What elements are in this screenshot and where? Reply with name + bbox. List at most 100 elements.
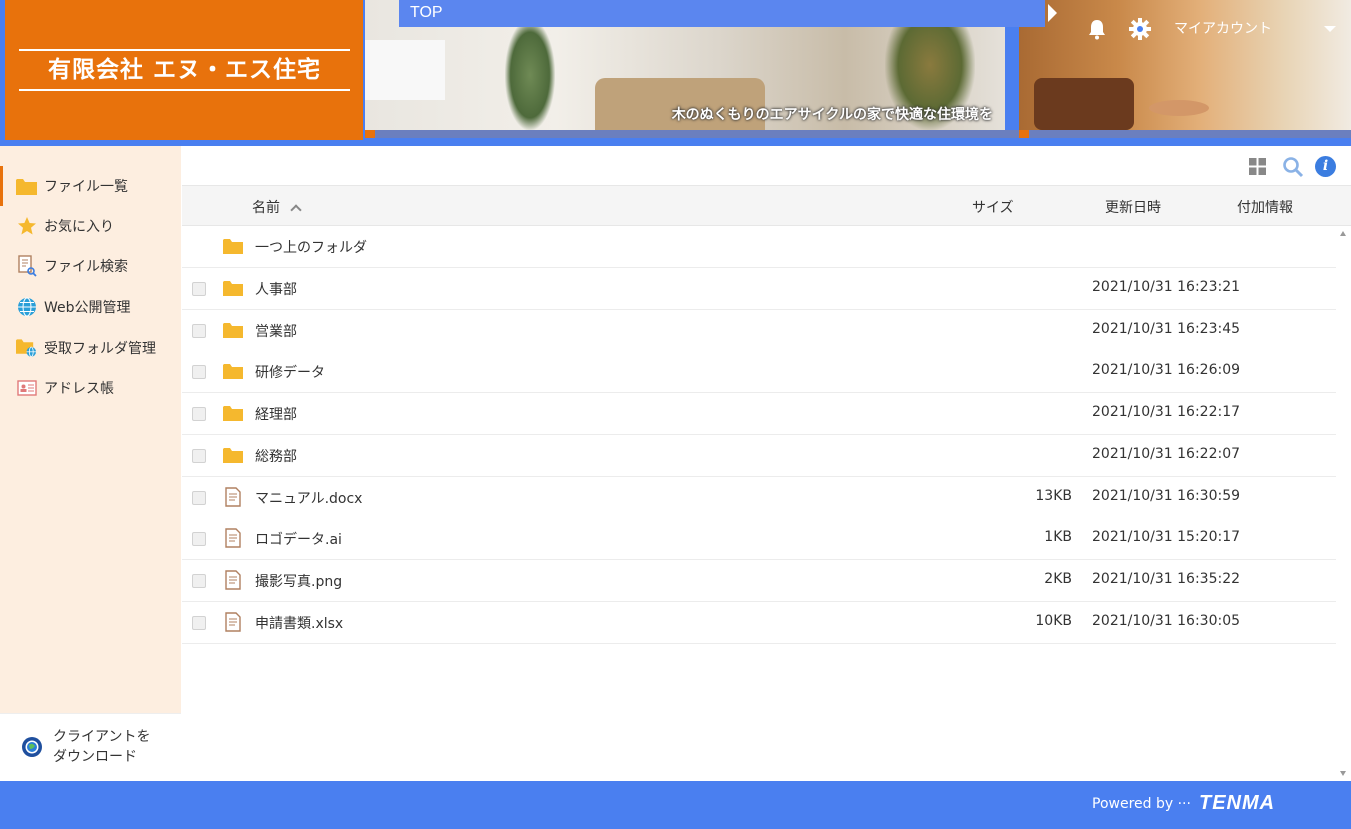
sidebar-item-label: Web公開管理 xyxy=(44,300,131,316)
folder-icon xyxy=(223,322,243,338)
column-header-size[interactable]: サイズ xyxy=(972,197,1014,217)
item-updated: 2021/10/31 15:20:17 xyxy=(1092,529,1241,546)
item-name[interactable]: 経理部 xyxy=(255,404,297,424)
item-size: 10KB xyxy=(1035,612,1072,629)
row-checkbox[interactable] xyxy=(192,323,206,338)
folder-icon xyxy=(223,364,243,380)
sidebar-item-label: アドレス帳 xyxy=(44,381,114,397)
folder-globe-icon xyxy=(16,338,37,358)
sidebar-item-label: ファイル検索 xyxy=(44,259,128,275)
item-name[interactable]: 申請書類.xlsx xyxy=(255,613,343,633)
item-updated: 2021/10/31 16:22:07 xyxy=(1092,445,1241,462)
document-icon xyxy=(225,611,241,632)
download-client-button[interactable]: クライアントを ダウンロード xyxy=(0,713,181,781)
item-name[interactable]: ロゴデータ.ai xyxy=(255,529,342,549)
scrollbar[interactable] xyxy=(1336,226,1351,781)
item-name[interactable]: 人事部 xyxy=(255,279,297,299)
sidebar-item-receive-folder[interactable]: 受取フォルダ管理 xyxy=(0,328,181,368)
breadcrumb[interactable]: TOP xyxy=(399,0,1045,27)
breadcrumb-top[interactable]: TOP xyxy=(410,4,443,22)
sidebar-item-file-list[interactable]: ファイル一覧 xyxy=(0,166,181,206)
table-header: 名前 サイズ 更新日時 付加情報 xyxy=(182,186,1351,226)
my-account-menu[interactable]: マイアカウント xyxy=(1174,18,1272,38)
item-name[interactable]: マニュアル.docx xyxy=(255,488,362,508)
folder-row[interactable]: 総務部 2021/10/31 16:22:07 xyxy=(182,434,1336,477)
item-name[interactable]: 営業部 xyxy=(255,321,297,341)
breadcrumb-arrow-icon[interactable] xyxy=(1048,4,1057,22)
item-updated: 2021/10/31 16:23:21 xyxy=(1092,279,1241,295)
item-updated: 2021/10/31 16:30:05 xyxy=(1092,612,1241,629)
globe-icon xyxy=(16,297,37,317)
bell-icon[interactable] xyxy=(1087,18,1107,40)
column-header-updated[interactable]: 更新日時 xyxy=(1105,197,1161,217)
row-checkbox[interactable] xyxy=(192,282,206,296)
sidebar-item-web-publish[interactable]: Web公開管理 xyxy=(0,287,181,327)
parent-folder-label: 一つ上のフォルダ xyxy=(255,240,367,256)
column-header-extra-info[interactable]: 付加情報 xyxy=(1237,197,1293,217)
search-icon[interactable] xyxy=(1282,156,1304,178)
document-icon xyxy=(225,570,241,590)
file-search-icon xyxy=(16,255,37,277)
file-row[interactable]: 撮影写真.png 2KB 2021/10/31 16:35:22 xyxy=(182,559,1336,602)
folder-icon xyxy=(223,239,243,254)
column-header-name[interactable]: 名前 xyxy=(252,197,302,217)
document-icon xyxy=(225,528,241,548)
hero-caption: 木のぬくもりのエアサイクルの家で快適な住環境を xyxy=(671,107,993,123)
header: 有限会社 エヌ・エス住宅 木のぬくもりのエアサイクルの家で快適な住環境を TOP xyxy=(0,0,1351,146)
row-checkbox[interactable] xyxy=(192,448,206,463)
item-size: 2KB xyxy=(1044,570,1072,587)
address-card-icon xyxy=(16,378,37,398)
sidebar-item-label: ファイル一覧 xyxy=(44,179,128,195)
footer: Powered by ··· TENMA xyxy=(0,781,1351,829)
client-globe-icon xyxy=(22,737,42,757)
row-checkbox[interactable] xyxy=(192,407,206,422)
file-row[interactable]: マニュアル.docx 13KB 2021/10/31 16:30:59 xyxy=(182,476,1336,519)
grid-view-icon[interactable] xyxy=(1249,158,1266,175)
scroll-up-icon[interactable] xyxy=(1340,231,1346,236)
sidebar-item-file-search[interactable]: ファイル検索 xyxy=(0,246,181,286)
download-client-label: クライアントを ダウンロード xyxy=(53,729,151,765)
item-name[interactable]: 撮影写真.png xyxy=(255,571,342,591)
row-checkbox[interactable] xyxy=(192,365,206,380)
file-row[interactable]: ロゴデータ.ai 1KB 2021/10/31 15:20:17 xyxy=(182,518,1336,561)
folder-icon xyxy=(16,176,37,196)
sidebar-item-address-book[interactable]: アドレス帳 xyxy=(0,368,181,408)
sidebar-item-label: お気に入り xyxy=(44,219,114,235)
item-size: 1KB xyxy=(1044,529,1072,546)
sidebar-item-favorites[interactable]: お気に入り xyxy=(0,206,181,246)
scroll-down-icon[interactable] xyxy=(1340,771,1346,776)
row-checkbox[interactable] xyxy=(192,532,206,547)
row-checkbox[interactable] xyxy=(192,615,206,630)
sort-ascending-icon xyxy=(290,204,302,216)
file-row[interactable]: 申請書類.xlsx 10KB 2021/10/31 16:30:05 xyxy=(182,601,1336,644)
item-updated: 2021/10/31 16:35:22 xyxy=(1092,570,1241,587)
company-name: 有限会社 エヌ・エス住宅 xyxy=(19,49,350,91)
item-size: 13KB xyxy=(1035,487,1072,504)
row-checkbox[interactable] xyxy=(192,573,206,588)
sidebar-item-label: 受取フォルダ管理 xyxy=(44,341,156,357)
item-updated: 2021/10/31 16:23:45 xyxy=(1092,320,1241,337)
chevron-down-icon[interactable] xyxy=(1324,26,1336,32)
folder-icon xyxy=(223,406,243,422)
item-updated: 2021/10/31 16:30:59 xyxy=(1092,487,1241,504)
powered-by-text: Powered by ··· xyxy=(1092,796,1191,812)
folder-row[interactable]: 人事部 2021/10/31 16:23:21 xyxy=(182,268,1336,310)
info-icon[interactable]: i xyxy=(1315,156,1336,177)
folder-row[interactable]: 営業部 2021/10/31 16:23:45 xyxy=(182,309,1336,352)
row-checkbox[interactable] xyxy=(192,490,206,505)
item-name[interactable]: 総務部 xyxy=(255,446,297,466)
item-name[interactable]: 研修データ xyxy=(255,362,325,382)
sidebar: ファイル一覧 お気に入り ファイル検索 Web公開管理 受取フォルダ管理 アドレ… xyxy=(0,146,181,781)
file-toolbar: i xyxy=(182,146,1351,186)
folder-row[interactable]: 経理部 2021/10/31 16:22:17 xyxy=(182,393,1336,436)
star-icon xyxy=(16,216,37,236)
company-logo[interactable]: 有限会社 エヌ・エス住宅 xyxy=(5,0,363,140)
document-icon xyxy=(225,486,241,507)
folder-icon xyxy=(223,281,243,296)
parent-folder-row[interactable]: 一つ上のフォルダ xyxy=(182,226,1336,268)
tenma-logo: TENMA xyxy=(1199,792,1276,814)
folder-row[interactable]: 研修データ 2021/10/31 16:26:09 xyxy=(182,351,1336,394)
gear-icon[interactable] xyxy=(1129,18,1151,40)
folder-icon xyxy=(223,447,243,463)
item-updated: 2021/10/31 16:26:09 xyxy=(1092,362,1241,379)
